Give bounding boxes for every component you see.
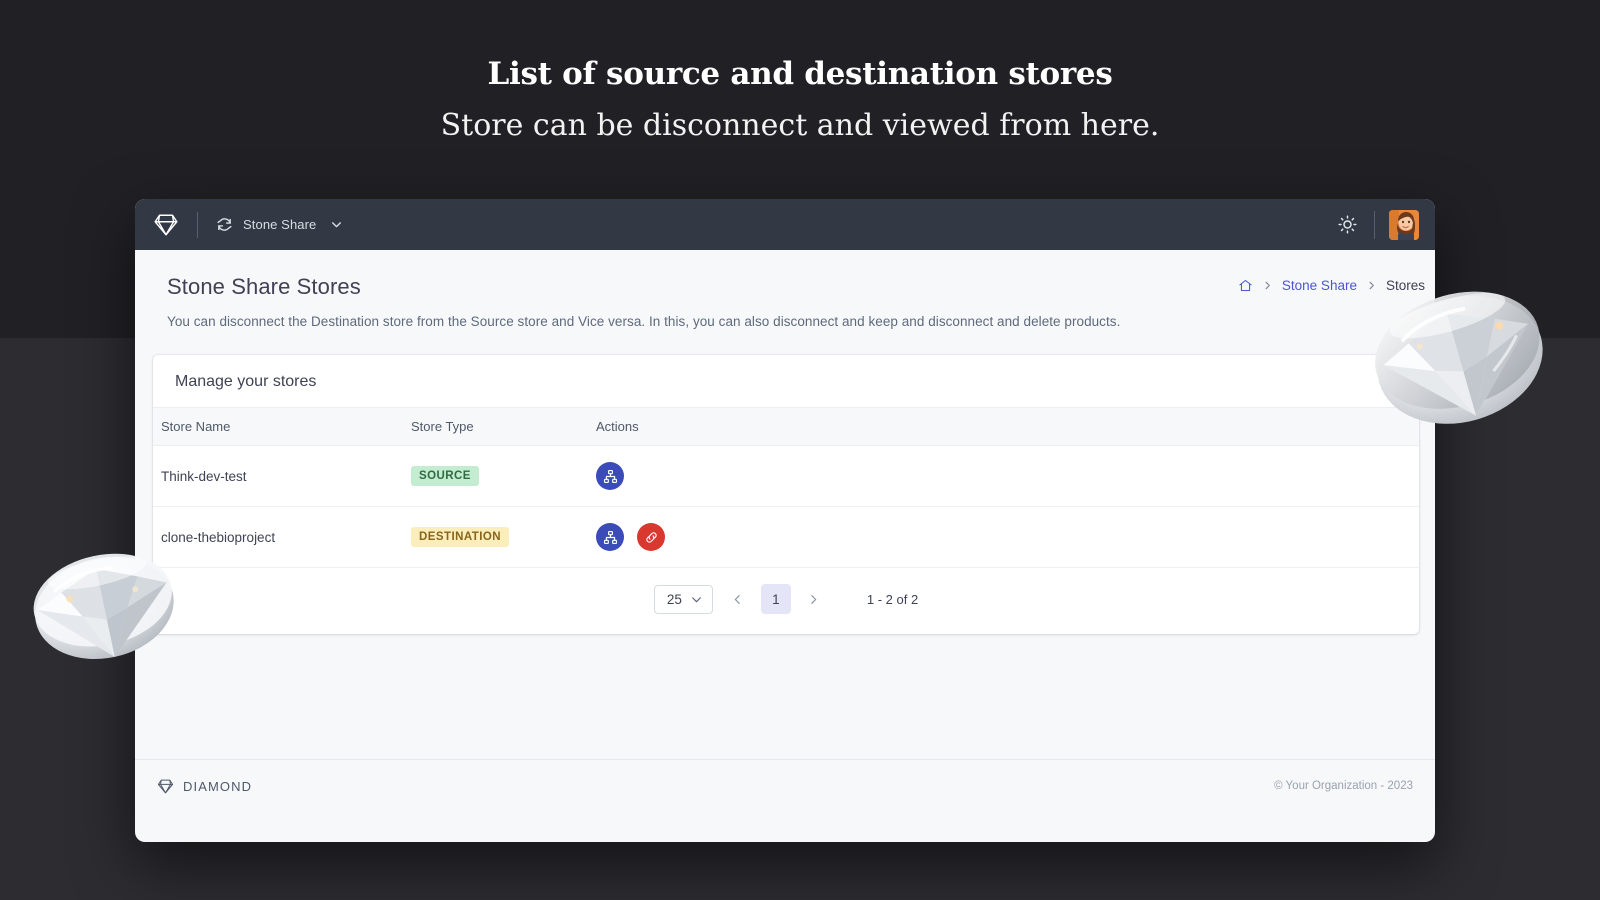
breadcrumb-separator-icon — [1262, 280, 1273, 291]
status-badge: DESTINATION — [411, 527, 509, 547]
column-header-store-name: Store Name — [153, 408, 403, 446]
app-footer: DIAMOND © Your Organization - 2023 — [135, 759, 1435, 812]
topbar-divider — [197, 212, 198, 238]
cell-actions — [588, 507, 1419, 568]
chevron-down-icon[interactable] — [316, 218, 343, 231]
pagination-prev-button[interactable] — [723, 584, 753, 614]
page-header: Stone Share Stores You can disconnect th… — [135, 250, 1435, 329]
footer-brand: DIAMOND — [157, 778, 252, 795]
actions-group — [596, 462, 1411, 490]
diamond-icon — [157, 778, 174, 795]
sun-icon[interactable] — [1337, 214, 1358, 235]
topbar-left-group: Stone Share — [153, 212, 343, 238]
cell-store-name: Think-dev-test — [153, 446, 403, 507]
topbar-divider-right — [1374, 211, 1375, 239]
card-title: Manage your stores — [153, 355, 1419, 407]
column-header-store-type: Store Type — [403, 408, 588, 446]
pagination-next-button[interactable] — [799, 584, 829, 614]
disconnect-store-button[interactable] — [637, 523, 665, 551]
page-body: Stone Share Stores You can disconnect th… — [135, 250, 1435, 812]
home-icon[interactable] — [1238, 278, 1253, 293]
topbar-app-name[interactable]: Stone Share — [243, 217, 316, 232]
table-header-row: Store Name Store Type Actions — [153, 408, 1419, 446]
app-window: Stone Share — [135, 199, 1435, 842]
table-head: Store Name Store Type Actions — [153, 408, 1419, 446]
stores-table: Store Name Store Type Actions Think-dev-… — [153, 407, 1419, 568]
pagination-range-label: 1 - 2 of 2 — [867, 592, 918, 607]
footer-brand-name: DIAMOND — [183, 779, 252, 794]
headline-block: List of source and destination stores St… — [0, 55, 1600, 145]
chevron-down-icon — [690, 593, 703, 606]
breadcrumb-item-stone-share[interactable]: Stone Share — [1282, 278, 1357, 293]
app-topbar: Stone Share — [135, 199, 1435, 250]
breadcrumb-separator-icon — [1366, 280, 1377, 291]
table-row: Think-dev-test SOURCE — [153, 446, 1419, 507]
table-row: clone-thebioproject DESTINATION — [153, 507, 1419, 568]
breadcrumb-item-stores: Stores — [1386, 278, 1425, 293]
cell-actions — [588, 446, 1419, 507]
page-size-value: 25 — [667, 592, 682, 607]
pagination-page-1[interactable]: 1 — [761, 584, 791, 614]
column-header-actions: Actions — [588, 408, 1419, 446]
cell-store-type: DESTINATION — [403, 507, 588, 568]
footer-copyright: © Your Organization - 2023 — [1274, 780, 1413, 792]
chevron-right-icon — [807, 593, 820, 606]
chevron-left-icon — [731, 593, 744, 606]
actions-group — [596, 523, 1411, 551]
breadcrumb: Stone Share Stores — [1238, 278, 1425, 293]
headline-title: List of source and destination stores — [0, 55, 1600, 94]
view-store-button[interactable] — [596, 462, 624, 490]
pagination: 25 1 — [153, 568, 1419, 634]
page-description: You can disconnect the Destination store… — [167, 314, 1405, 329]
diamond-icon[interactable] — [153, 212, 179, 238]
sync-icon — [216, 216, 233, 233]
cell-store-name: clone-thebioproject — [153, 507, 403, 568]
headline-subtitle: Store can be disconnect and viewed from … — [0, 106, 1600, 145]
avatar[interactable] — [1389, 210, 1419, 240]
page-title: Stone Share Stores — [167, 274, 1405, 300]
status-badge: SOURCE — [411, 466, 479, 486]
stores-card: Manage your stores Store Name Store Type… — [153, 355, 1419, 634]
cell-store-type: SOURCE — [403, 446, 588, 507]
topbar-right-group — [1337, 210, 1419, 240]
table-body: Think-dev-test SOURCE — [153, 446, 1419, 568]
page-size-select[interactable]: 25 — [654, 585, 713, 614]
view-store-button[interactable] — [596, 523, 624, 551]
